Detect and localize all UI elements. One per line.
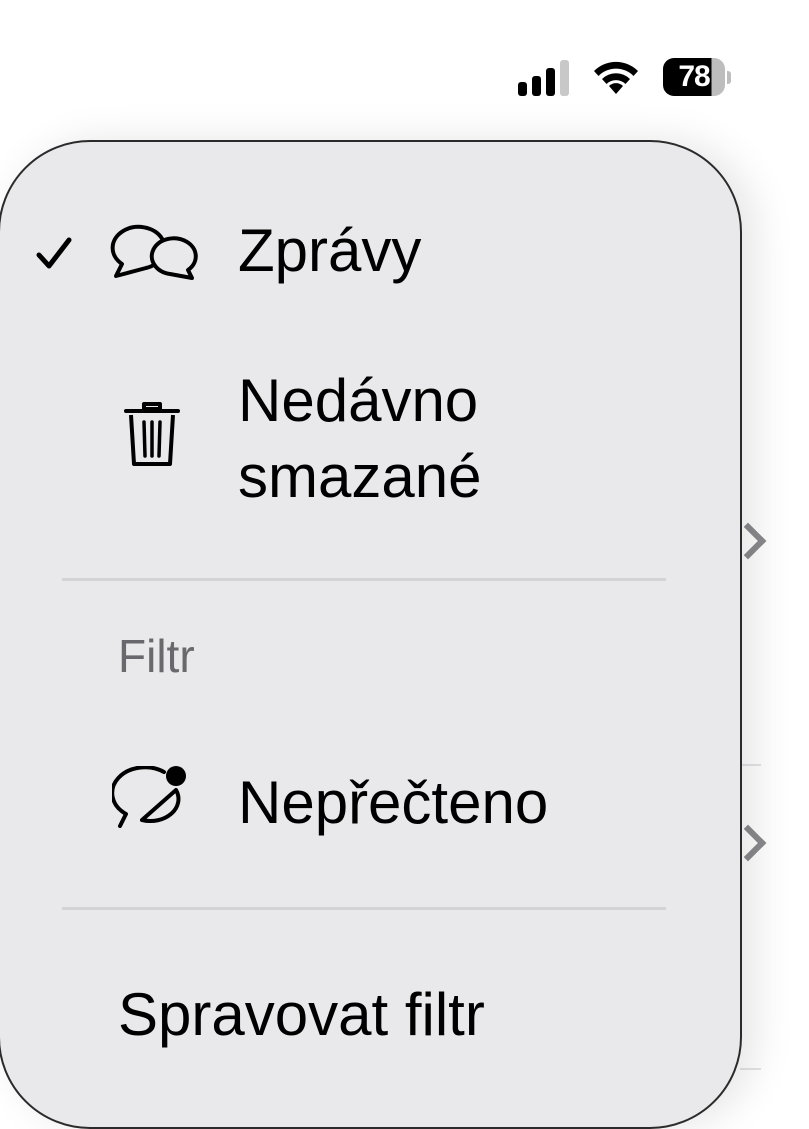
- manage-filter-button[interactable]: Spravovat filtr: [118, 976, 485, 1054]
- checkmark-icon: [36, 237, 72, 269]
- list-divider: [740, 764, 761, 766]
- menu-separator: [62, 578, 666, 581]
- unread-message-icon: [112, 766, 186, 828]
- cellular-signal-icon: [518, 58, 569, 96]
- mailbox-context-menu: Zprávy Nedávno smazané Filtr Nepřečteno …: [0, 140, 742, 1129]
- menu-item-label: Nepřečteno: [238, 769, 549, 836]
- battery-icon: 78: [663, 58, 731, 96]
- menu-item-recently-deleted[interactable]: Nedávno smazané: [0, 362, 740, 512]
- wifi-icon: [591, 58, 641, 96]
- menu-item-label-line1: Nedávno: [238, 367, 479, 434]
- message-bubbles-icon: [110, 224, 198, 280]
- trash-icon: [124, 402, 180, 466]
- menu-item-label-line2: smazané: [238, 443, 482, 510]
- list-divider: [740, 1068, 761, 1070]
- menu-item-messages[interactable]: Zprávy: [0, 202, 740, 302]
- menu-item-unread[interactable]: Nepřečteno: [0, 752, 740, 852]
- menu-item-label: Zprávy: [238, 217, 422, 284]
- menu-separator: [62, 907, 666, 910]
- status-bar: 78: [518, 52, 731, 102]
- filter-section-header: Filtr: [118, 630, 195, 682]
- battery-level: 78: [663, 58, 725, 96]
